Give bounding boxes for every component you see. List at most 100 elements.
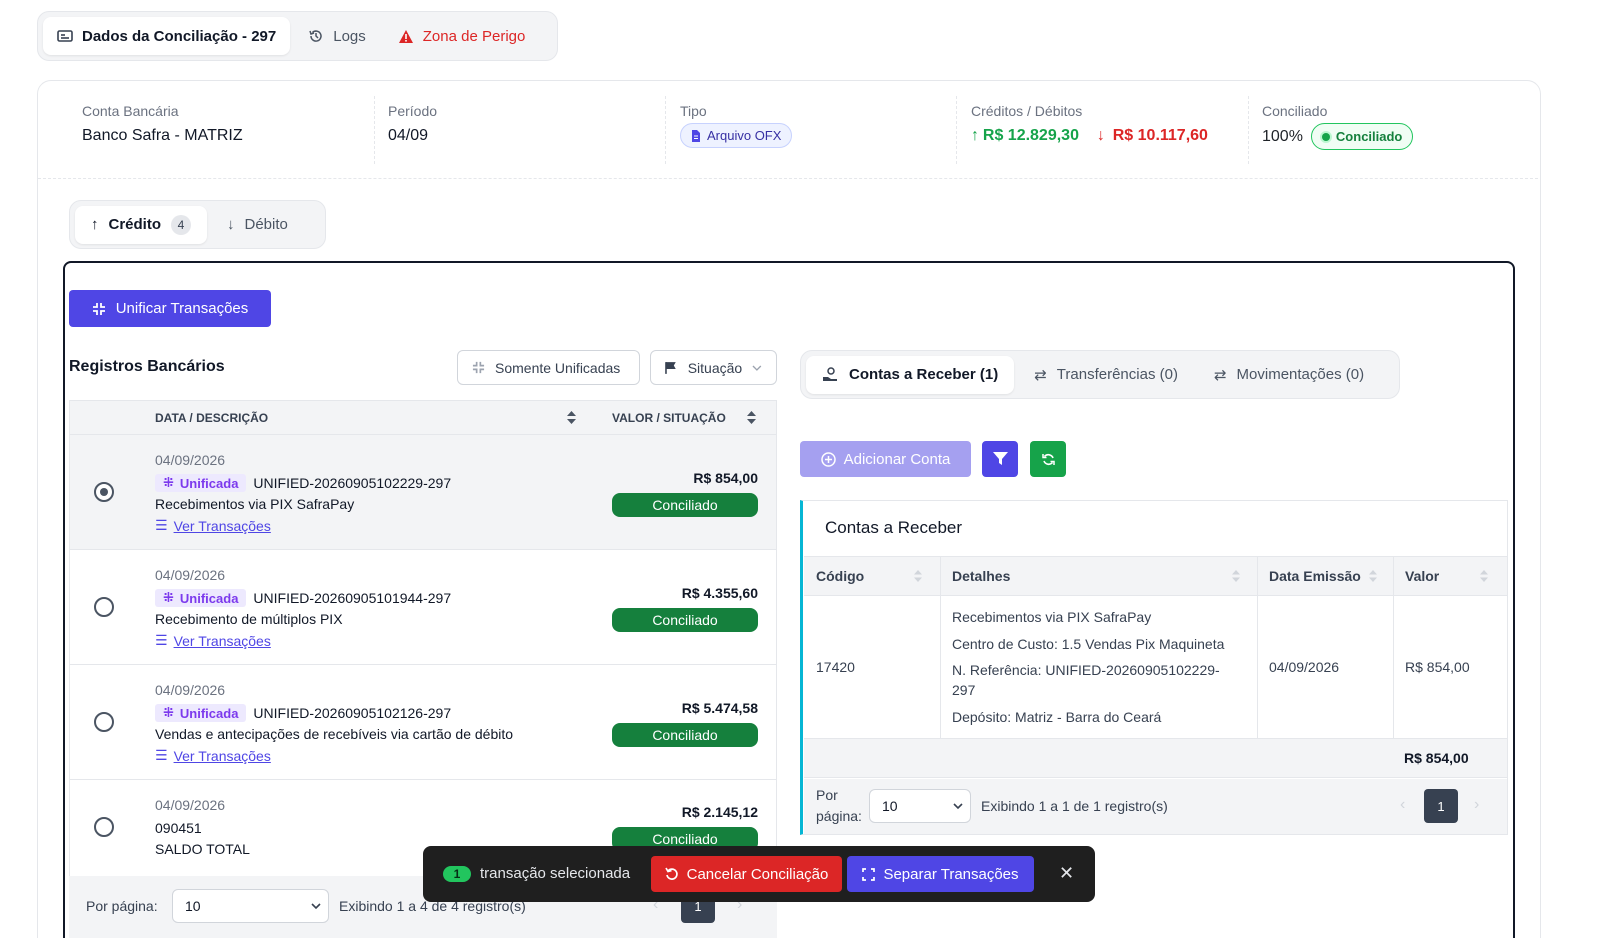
situacao-filter[interactable]: Situação (650, 350, 777, 385)
separar-transacoes-button[interactable]: Separar Transações (847, 856, 1034, 892)
table-row[interactable]: 04/09/2026 ⁜ Unificada UNIFIED-2026090510… (70, 550, 776, 665)
row-radio[interactable] (94, 482, 114, 502)
situacao-label: Situação (687, 359, 743, 376)
list-icon: ☰ (155, 747, 168, 763)
divider (1248, 96, 1249, 164)
tab-transferencias-label: Transferências (0) (1056, 366, 1178, 383)
conta-detalhe-referencia-cont: 297 (952, 682, 976, 698)
tab-movimentacoes-label: Movimentações (0) (1236, 366, 1365, 383)
summary-conciliado: Conciliado 100% Conciliado (1262, 81, 1414, 179)
somente-unificadas-button[interactable]: Somente Unificadas (457, 350, 640, 385)
history-icon (309, 30, 322, 42)
pagination-info: Exibindo 1 a 1 de 1 registro(s) (981, 798, 1168, 814)
undo-icon (664, 867, 678, 880)
credito-total: R$ 12.829,30 (982, 127, 1079, 144)
divider (956, 96, 957, 164)
refresh-button[interactable] (1030, 441, 1066, 477)
cancelar-label: Cancelar Conciliação (686, 865, 829, 883)
summary-periodo: Período 04/09 (388, 81, 437, 179)
chevron-down-icon (953, 803, 963, 810)
conciliado-percent: 100% (1262, 127, 1303, 145)
ver-transacoes-link[interactable]: ☰ Ver Transações (155, 632, 271, 649)
adicionar-conta-button[interactable]: Adicionar Conta (800, 441, 971, 477)
tab-movimentacoes[interactable]: ⇄ Movimentações (0) (1198, 356, 1380, 394)
ver-transacoes-link[interactable]: ☰ Ver Transações (155, 517, 271, 534)
tab-credito[interactable]: ↑ Crédito 4 (75, 205, 207, 244)
col-valor[interactable]: Valor (1405, 568, 1439, 584)
unificar-transacoes-button[interactable]: Unificar Transações (69, 290, 271, 327)
selection-action-bar: 1 transação selecionada Cancelar Concili… (423, 846, 1095, 902)
conta-detalhe-descricao: Recebimentos via PIX SafraPay (952, 609, 1152, 625)
status-dot-icon (1321, 132, 1330, 141)
adicionar-conta-label: Adicionar Conta (843, 450, 951, 468)
unificada-badge: ⁜ Unificada (155, 589, 247, 607)
table-row[interactable]: 04/09/2026 ⁜ Unificada UNIFIED-2026090510… (70, 665, 776, 780)
unificada-label: Unificada (179, 475, 239, 491)
col-detalhes[interactable]: Detalhes (952, 568, 1010, 584)
flag-icon (665, 361, 676, 374)
row-radio[interactable] (94, 712, 114, 732)
per-page-label: Por página: (86, 898, 158, 914)
sort-icon[interactable] (1232, 570, 1240, 582)
row-radio[interactable] (94, 597, 114, 617)
cd-label: Créditos / Débitos (971, 103, 1083, 119)
cancelar-conciliacao-button[interactable]: Cancelar Conciliação (651, 856, 842, 892)
per-page-select[interactable]: 10 (172, 889, 329, 923)
sort-icon[interactable] (1369, 570, 1377, 582)
sort-icon[interactable] (914, 570, 922, 582)
contas-total-row: R$ 854,00 (804, 738, 1507, 778)
conta-data-emissao: 04/09/2026 (1269, 659, 1340, 675)
unificada-badge: ⁜ Unificada (155, 474, 247, 492)
row-radio[interactable] (94, 817, 114, 837)
tab-logs[interactable]: Logs (294, 17, 380, 55)
tab-zona-perigo[interactable]: Zona de Perigo (384, 17, 540, 55)
row-date: 04/09/2026 (155, 567, 226, 583)
status-badge: Conciliado (612, 608, 758, 632)
per-page-select[interactable]: 10 (869, 789, 971, 823)
separar-label: Separar Transações (883, 865, 1019, 883)
registros-title: Registros Bancários (69, 358, 225, 375)
row-description: Vendas e antecipações de recebíveis via … (155, 726, 514, 742)
selected-count-badge: 1 (443, 866, 471, 882)
tab-contas-receber[interactable]: Contas a Receber (1) (806, 355, 1015, 394)
col-codigo[interactable]: Código (816, 568, 864, 584)
conciliado-badge-label: Conciliado (1335, 129, 1403, 144)
row-code: UNIFIED-20260905101944-297 (253, 590, 452, 606)
tab-debito-label: Débito (244, 216, 288, 233)
col-data-emissao[interactable]: Data Emissão (1269, 568, 1361, 584)
contas-tabs: Contas a Receber (1) ⇄ Transferências (0… (800, 350, 1400, 399)
page-1-button[interactable]: 1 (1424, 789, 1458, 823)
row-code: 090451 (155, 820, 202, 836)
hand-coin-icon (823, 367, 837, 381)
tab-transferencias[interactable]: ⇄ Transferências (0) (1018, 356, 1194, 394)
conta-detalhe-referencia: N. Referência: UNIFIED-20260905102229- (952, 662, 1220, 678)
row-code: UNIFIED-20260905102229-297 (253, 475, 452, 491)
row-amount: R$ 5.474,58 (681, 700, 758, 716)
somente-unificadas-label: Somente Unificadas (495, 359, 621, 376)
table-row[interactable]: 04/09/2026 ⁜ Unificada UNIFIED-2026090510… (70, 435, 776, 550)
tab-contas-receber-label: Contas a Receber (1) (849, 366, 999, 383)
conta-codigo: 17420 (816, 659, 855, 675)
sort-icon[interactable] (567, 411, 576, 424)
row-description: Recebimentos via PIX SafraPay (155, 496, 355, 512)
merge-icon: ⁜ (163, 475, 174, 490)
tab-perigo-label: Zona de Perigo (422, 27, 526, 45)
contas-receber-title: Contas a Receber (825, 518, 963, 537)
tab-dados-conciliacao[interactable]: Dados da Conciliação - 297 (43, 17, 291, 55)
filter-button[interactable] (982, 441, 1018, 477)
credito-debito-tabs: ↑ Crédito 4 ↓ Débito (69, 200, 326, 249)
summary-conta: Conta Bancária Banco Safra - MATRIZ (82, 81, 243, 179)
sort-icon[interactable] (1480, 570, 1488, 582)
sort-icon[interactable] (747, 411, 756, 424)
close-icon[interactable]: ✕ (1059, 863, 1074, 884)
row-code: UNIFIED-20260905102126-297 (253, 705, 452, 721)
conta-detalhe-centro-custo: Centro de Custo: 1.5 Vendas Pix Maquinet… (952, 636, 1225, 652)
tab-debito[interactable]: ↓ Débito (211, 206, 304, 244)
conta-label: Conta Bancária (82, 103, 179, 119)
ver-transacoes-link[interactable]: ☰ Ver Transações (155, 747, 271, 764)
conta-value: Banco Safra - MATRIZ (82, 127, 243, 144)
transfer-icon: ⇄ (1034, 366, 1047, 384)
debito-total: R$ 10.117,60 (1112, 127, 1208, 144)
chevron-left-icon[interactable]: ‹ (1400, 796, 1405, 814)
chevron-right-icon[interactable]: › (1474, 796, 1479, 814)
